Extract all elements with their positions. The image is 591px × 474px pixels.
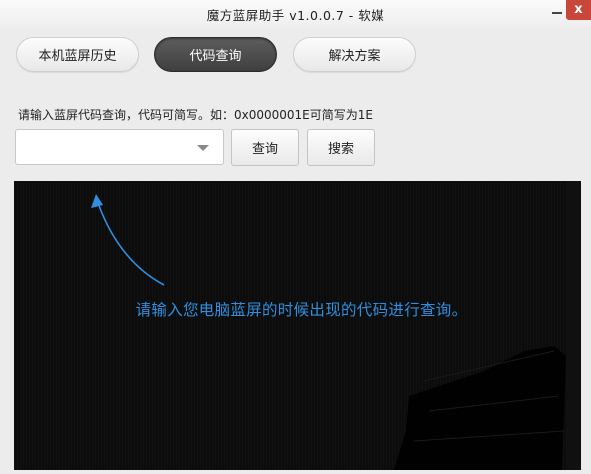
query-hint: 请输入蓝屏代码查询，代码可简写。如：0x0000001E可简写为1E	[18, 108, 373, 122]
code-input[interactable]	[15, 129, 224, 165]
close-button[interactable]: x	[566, 0, 591, 20]
result-panel: 请输入您电脑蓝屏的时候出现的代码进行查询。	[14, 181, 581, 470]
tab-solutions[interactable]: 解决方案	[293, 37, 416, 72]
pointer-arrow-icon	[91, 194, 566, 470]
tab-local-bsod-history[interactable]: 本机蓝屏历史	[16, 37, 139, 72]
search-button[interactable]: 搜索	[307, 129, 375, 166]
tab-code-query[interactable]: 代码查询	[154, 37, 277, 72]
panel-scroll-edge	[567, 181, 581, 470]
title-bar: 魔方蓝屏助手 v1.0.0.7 - 软媒 x	[0, 0, 591, 28]
close-icon: x	[574, 2, 583, 17]
window-title: 魔方蓝屏助手 v1.0.0.7 - 软媒	[206, 8, 385, 23]
minimize-icon	[552, 12, 562, 14]
chevron-down-icon[interactable]	[197, 145, 209, 151]
panel-message: 请输入您电脑蓝屏的时候出现的代码进行查询。	[135, 301, 468, 319]
window-bottom-edge	[0, 470, 591, 474]
query-button[interactable]: 查询	[231, 129, 299, 166]
